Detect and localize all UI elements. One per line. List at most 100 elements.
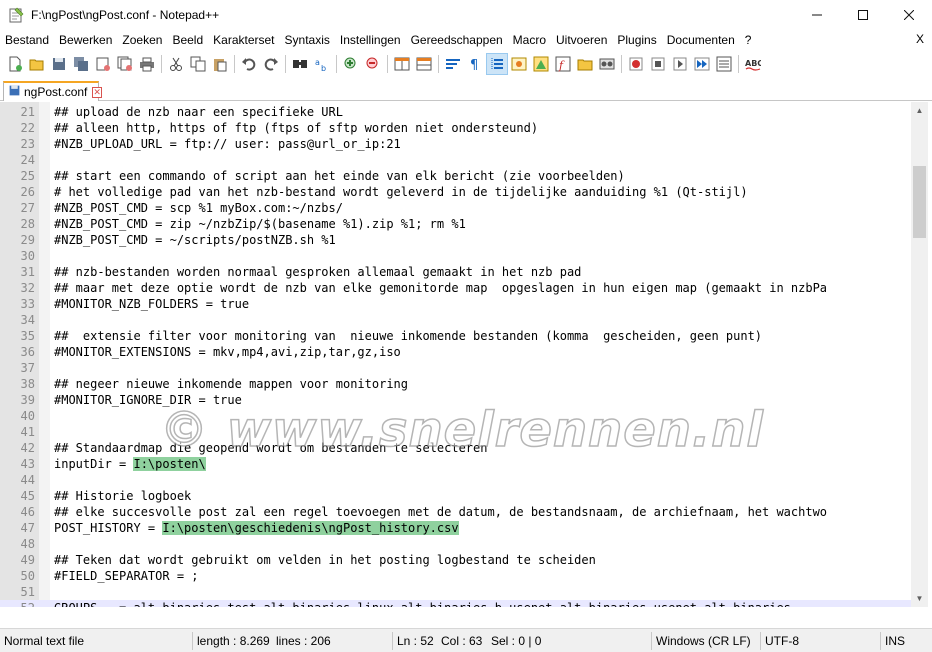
code-text: #NZB_UPLOAD_URL = ftp:// user: pass@url_… — [54, 136, 401, 152]
doc-map-icon[interactable] — [530, 53, 552, 75]
code-line[interactable]: 40 — [0, 408, 911, 424]
code-line[interactable]: 48 — [0, 536, 911, 552]
close-icon[interactable] — [92, 53, 114, 75]
code-line[interactable]: 52 GROUPS = alt.binaries.test,alt.binarie… — [0, 600, 911, 607]
stop-macro-icon[interactable] — [647, 53, 669, 75]
code-line[interactable]: 46 ## elke succesvolle post zal een regel… — [0, 504, 911, 520]
code-line[interactable]: 50 #FIELD_SEPARATOR = ; — [0, 568, 911, 584]
svg-text:b: b — [321, 64, 326, 72]
word-wrap-icon[interactable] — [442, 53, 464, 75]
menu-macro[interactable]: Macro — [508, 30, 551, 50]
indent-guide-icon[interactable] — [486, 53, 508, 75]
status-col: Col : 63 — [441, 634, 483, 648]
folder-workspace-icon[interactable] — [574, 53, 596, 75]
menu-gereedschappen[interactable]: Gereedschappen — [406, 30, 508, 50]
code-line[interactable]: 45 ## Historie logboek — [0, 488, 911, 504]
scroll-up-icon[interactable]: ▲ — [911, 102, 928, 119]
scrollbar-thumb[interactable] — [913, 166, 926, 238]
cut-icon[interactable] — [165, 53, 187, 75]
sync-vertical-icon[interactable] — [391, 53, 413, 75]
redo-icon[interactable] — [260, 53, 282, 75]
maximize-button[interactable] — [840, 0, 886, 30]
code-line[interactable]: 23 #NZB_UPLOAD_URL = ftp:// user: pass@ur… — [0, 136, 911, 152]
menu-bewerken[interactable]: Bewerken — [54, 30, 117, 50]
status-encoding[interactable]: UTF-8 — [760, 632, 799, 650]
menu-plugins[interactable]: Plugins — [612, 30, 661, 50]
copy-icon[interactable] — [187, 53, 209, 75]
code-line[interactable]: 31 ## nzb-bestanden worden normaal gespro… — [0, 264, 911, 280]
play-macro-icon[interactable] — [669, 53, 691, 75]
undo-icon[interactable] — [238, 53, 260, 75]
menu-beeld[interactable]: Beeld — [167, 30, 208, 50]
code-line[interactable]: 28 #NZB_POST_CMD = zip ~/nzbZip/$(basenam… — [0, 216, 911, 232]
udl-icon[interactable] — [508, 53, 530, 75]
monitoring-icon[interactable] — [596, 53, 618, 75]
code-text: ## Standaardmap die geopend wordt om bes… — [54, 440, 487, 456]
sync-horizontal-icon[interactable] — [413, 53, 435, 75]
close-all-icon[interactable] — [114, 53, 136, 75]
code-text-plain: ## Teken dat wordt gebruikt om velden in… — [54, 553, 596, 567]
print-icon[interactable] — [136, 53, 158, 75]
tab-ngpost-conf[interactable]: ngPost.conf ✕ — [3, 81, 102, 101]
code-line[interactable]: 49 ## Teken dat wordt gebruikt om velden … — [0, 552, 911, 568]
code-line[interactable]: 32 ## maar met deze optie wordt de nzb va… — [0, 280, 911, 296]
spell-check-icon[interactable]: ABC — [742, 53, 764, 75]
new-file-icon[interactable] — [4, 53, 26, 75]
replace-icon[interactable]: ab — [311, 53, 333, 75]
close-document-button[interactable]: X — [916, 32, 924, 46]
menu-documenten[interactable]: Documenten — [662, 30, 740, 50]
code-text: ## alleen http, https of ftp (ftps of sf… — [54, 120, 538, 136]
menu-uitvoeren[interactable]: Uitvoeren — [551, 30, 612, 50]
vertical-scrollbar[interactable]: ▲ ▼ — [911, 102, 928, 607]
zoom-out-icon[interactable] — [362, 53, 384, 75]
highlighted-text: I:\posten\geschiedenis\ngPost_history.cs… — [162, 521, 459, 535]
menu-karakterset[interactable]: Karakterset — [208, 30, 279, 50]
save-icon[interactable] — [48, 53, 70, 75]
code-line[interactable]: 25 ## start een commando of script aan he… — [0, 168, 911, 184]
close-window-button[interactable] — [886, 0, 932, 30]
menu-bestand[interactable]: Bestand — [0, 30, 54, 50]
menu-syntaxis[interactable]: Syntaxis — [280, 30, 335, 50]
menu-zoeken[interactable]: Zoeken — [117, 30, 167, 50]
record-macro-icon[interactable] — [625, 53, 647, 75]
save-all-icon[interactable] — [70, 53, 92, 75]
code-line[interactable]: 39 #MONITOR_IGNORE_DIR = true — [0, 392, 911, 408]
paste-icon[interactable] — [209, 53, 231, 75]
code-line[interactable]: 27 #NZB_POST_CMD = scp %1 myBox.com:~/nzb… — [0, 200, 911, 216]
code-text: #MONITOR_EXTENSIONS = mkv,mp4,avi,zip,ta… — [54, 344, 401, 360]
editor[interactable]: 21 ## upload de nzb naar een specifieke U… — [0, 102, 911, 607]
code-line[interactable]: 30 — [0, 248, 911, 264]
code-line[interactable]: 51 — [0, 584, 911, 600]
code-line[interactable]: 41 — [0, 424, 911, 440]
status-eol[interactable]: Windows (CR LF) — [651, 632, 751, 650]
code-line[interactable]: 42 ## Standaardmap die geopend wordt om b… — [0, 440, 911, 456]
code-line[interactable]: 35 ## extensie filter voor monitoring van… — [0, 328, 911, 344]
code-line[interactable]: 34 — [0, 312, 911, 328]
run-macro-multiple-icon[interactable] — [691, 53, 713, 75]
zoom-in-icon[interactable] — [340, 53, 362, 75]
code-line[interactable]: 43 inputDir = I:\posten\ — [0, 456, 911, 472]
menu-help[interactable]: ? — [740, 30, 757, 50]
minimize-button[interactable] — [794, 0, 840, 30]
show-all-chars-icon[interactable]: ¶ — [464, 53, 486, 75]
code-text-plain: #NZB_POST_CMD = scp %1 myBox.com:~/nzbs/ — [54, 201, 343, 215]
menu-instellingen[interactable]: Instellingen — [335, 30, 406, 50]
code-line[interactable]: 26 # het volledige pad van het nzb-bestan… — [0, 184, 911, 200]
code-line[interactable]: 47 POST_HISTORY = I:\posten\geschiedenis\… — [0, 520, 911, 536]
code-line[interactable]: 21 ## upload de nzb naar een specifieke U… — [0, 104, 911, 120]
scroll-down-icon[interactable]: ▼ — [911, 590, 928, 607]
function-list-icon[interactable]: f — [552, 53, 574, 75]
code-line[interactable]: 37 — [0, 360, 911, 376]
code-line[interactable]: 24 — [0, 152, 911, 168]
find-icon[interactable] — [289, 53, 311, 75]
code-line[interactable]: 44 — [0, 472, 911, 488]
open-file-icon[interactable] — [26, 53, 48, 75]
code-line[interactable]: 33 #MONITOR_NZB_FOLDERS = true — [0, 296, 911, 312]
tab-close-icon[interactable]: ✕ — [92, 86, 102, 98]
code-line[interactable]: 36 #MONITOR_EXTENSIONS = mkv,mp4,avi,zip,… — [0, 344, 911, 360]
code-line[interactable]: 29 #NZB_POST_CMD = ~/scripts/postNZB.sh %… — [0, 232, 911, 248]
code-line[interactable]: 38 ## negeer nieuwe inkomende mappen voor… — [0, 376, 911, 392]
save-macro-icon[interactable] — [713, 53, 735, 75]
status-insert-mode[interactable]: INS — [880, 632, 905, 650]
code-line[interactable]: 22 ## alleen http, https of ftp (ftps of … — [0, 120, 911, 136]
